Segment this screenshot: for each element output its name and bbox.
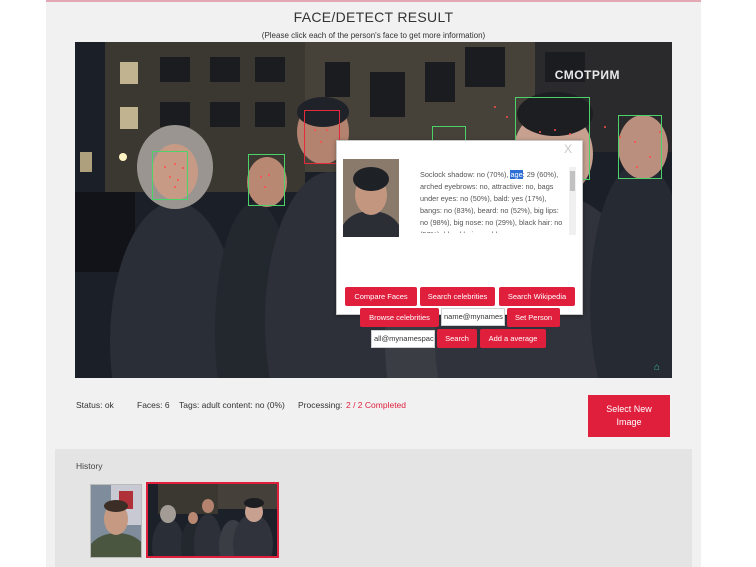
tags-text: Tags: adult content: no (0%) [179,400,285,410]
attributes-part-2: : 29 (60%), arched eyebrows: no, attract… [420,170,563,233]
face-box-1[interactable] [152,151,188,200]
processing-value: 2 / 2 Completed [346,400,407,410]
history-thumbnail-2[interactable] [146,482,279,558]
face-attributes-text: Soclock shadow: no (70%), age: 29 (60%),… [420,169,565,233]
search-celebrities-button[interactable]: Search celebrities [420,287,495,306]
close-icon[interactable]: X [564,142,572,156]
face-box-3[interactable] [304,110,340,164]
history-label: History [76,461,103,471]
home-icon: ⌂ [654,362,661,373]
compare-faces-button[interactable]: Compare Faces [345,287,417,306]
search-wikipedia-button[interactable]: Search Wikipedia [499,287,575,306]
faces-count: Faces: 6 [137,400,170,410]
browse-celebrities-button[interactable]: Browse celebrities [360,308,439,327]
select-button-line-2: Image [616,417,642,427]
popup-scrollbar[interactable] [569,167,576,235]
result-image[interactable]: СМОТРИМ ⌂ X Soclock shadow: no (70%), ag… [75,42,672,378]
namespace-input[interactable]: all@mynamespac [371,330,435,348]
face-info-popup: X Soclock shadow: no (70%), age: 29 (60%… [336,140,583,348]
face-thumbnail [343,159,399,237]
history-thumbnail-1[interactable] [90,484,142,558]
channel-watermark: СМОТРИМ [554,68,620,82]
face-box-2[interactable] [248,154,285,206]
person-name-input[interactable]: name@mynames [441,308,505,326]
page-title: FACE/DETECT RESULT [293,9,454,25]
add-average-button[interactable]: Add a average [480,329,546,348]
attributes-part-1: Soclock shadow: no (70%), [420,170,511,179]
main-panel: FACE/DETECT RESULT (Please click each of… [46,0,701,567]
attributes-highlight: age [510,170,523,179]
search-button[interactable]: Search [437,329,477,348]
select-new-image-button[interactable]: Select New Image [588,395,670,437]
processing-label: Processing: [298,400,343,410]
select-button-line-1: Select New [606,404,652,414]
status-text: Status: ok [76,400,114,410]
face-box-6[interactable] [618,115,662,179]
set-person-button[interactable]: Set Person [507,308,560,327]
page-subtitle: (Please click each of the person's face … [261,31,486,40]
scrollbar-thumb[interactable] [570,171,575,191]
history-panel: History [55,449,692,567]
